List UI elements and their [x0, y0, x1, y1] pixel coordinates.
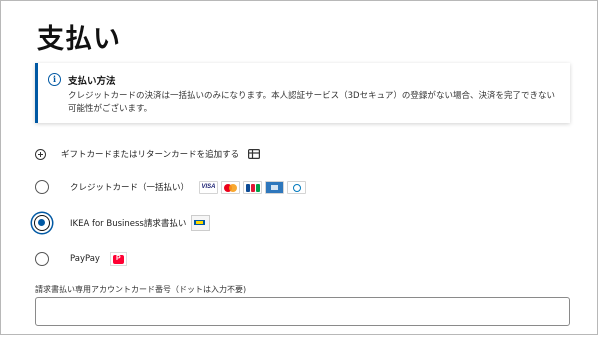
- credit-card-radio[interactable]: [35, 180, 49, 194]
- plus-circle-icon: [35, 148, 46, 160]
- gift-card-icon: [248, 149, 261, 159]
- paypay-logo-icon: [109, 252, 127, 266]
- payment-option-ikea-business[interactable]: IKEA for Business請求書払い: [34, 213, 211, 233]
- amex-logo-icon: [265, 180, 285, 194]
- payment-option-paypay[interactable]: PayPay: [35, 249, 127, 269]
- add-gift-card-button[interactable]: ギフトカードまたはリターンカードを追加する: [35, 146, 261, 162]
- paypay-label: PayPay: [70, 254, 100, 264]
- diners-logo-icon: [287, 180, 307, 194]
- payment-notice: i 支払い方法 クレジットカードの決済は一括払いのみになります。本人認証サービス…: [35, 63, 570, 123]
- notice-title: 支払い方法: [68, 76, 116, 87]
- account-card-number-input[interactable]: [35, 297, 570, 326]
- card-brand-logos: VISA: [199, 180, 309, 194]
- notice-body: クレジットカードの決済は一括払いのみになります。本人認証サービス（3Dセキュア）…: [68, 91, 555, 114]
- add-gift-card-label: ギフトカードまたはリターンカードを追加する: [61, 150, 240, 160]
- payment-option-credit-card[interactable]: クレジットカード（一括払い） VISA: [35, 177, 309, 197]
- ikea-business-radio[interactable]: [34, 215, 50, 231]
- paypay-radio[interactable]: [35, 252, 49, 266]
- mastercard-logo-icon: [221, 180, 241, 194]
- ikea-business-card-icon: [191, 215, 211, 231]
- jcb-logo-icon: [243, 180, 263, 194]
- ikea-business-label: IKEA for Business請求書払い: [70, 219, 187, 229]
- page-title: 支払い: [37, 24, 121, 55]
- account-card-number-label: 請求書払い専用アカウントカード番号（ドットは入力不要): [35, 285, 247, 294]
- credit-card-label: クレジットカード（一括払い）: [70, 183, 190, 193]
- page-frame: 支払い i 支払い方法 クレジットカードの決済は一括払いのみになります。本人認証…: [0, 0, 598, 335]
- visa-logo-icon: VISA: [199, 180, 219, 194]
- info-icon: i: [48, 73, 61, 86]
